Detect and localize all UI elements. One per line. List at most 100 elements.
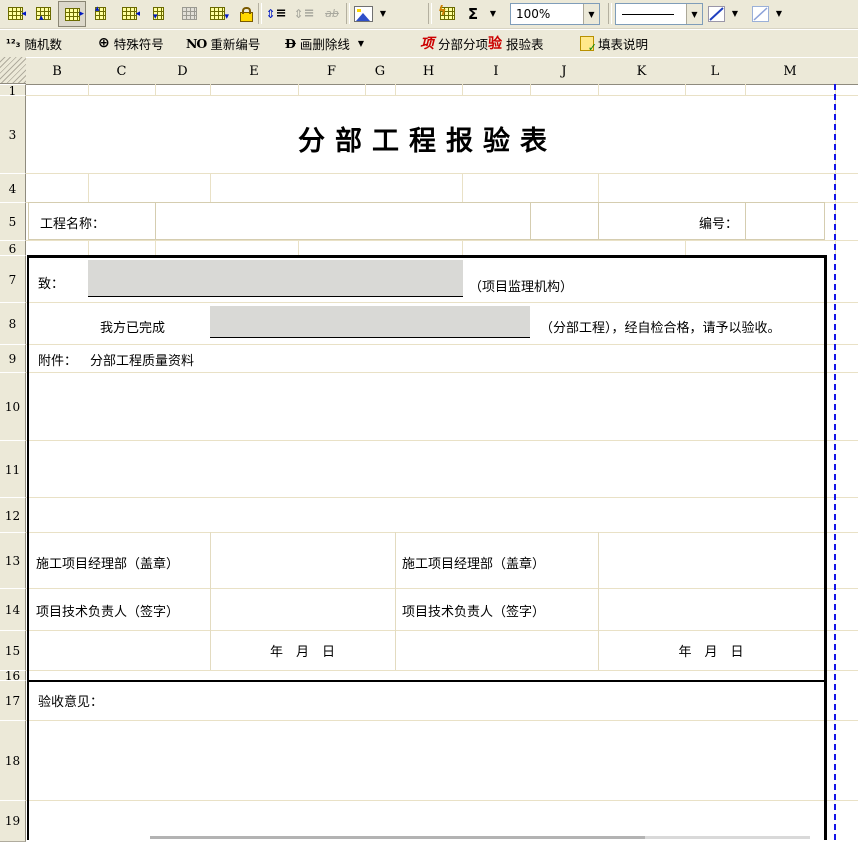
column-header-L[interactable]: L <box>685 57 746 85</box>
gridline <box>685 84 686 95</box>
row-header-18[interactable]: 18 <box>0 720 26 802</box>
row-spacing-disabled-icon: ⇕≡ <box>291 2 317 25</box>
fill-color-dropdown-arrow-icon[interactable]: ▼ <box>772 2 786 25</box>
column-header-K[interactable]: K <box>598 57 686 85</box>
gridline <box>598 84 599 95</box>
delete-row-icon[interactable]: ▾ <box>145 2 171 25</box>
custom-toolbar: ¹²₃随机数 ⊕特殊符号 NO重新编号 D画删除线▼ 项分部分项 验报验表 填表… <box>0 29 858 58</box>
table-autofit-icon[interactable]: ▾ <box>204 2 230 25</box>
split-cell-icon[interactable]: ▴ <box>30 2 56 25</box>
column-header-M[interactable]: M <box>745 57 836 85</box>
autosum-icon[interactable]: Σ <box>460 2 486 25</box>
column-header-B[interactable]: B <box>26 57 89 85</box>
row-header-14[interactable]: 14 <box>0 588 26 632</box>
gridline <box>462 173 463 202</box>
inspection-icon: 验 <box>488 33 502 53</box>
border-color-dropdown-arrow-icon[interactable]: ▼ <box>728 2 742 25</box>
special-symbol-button[interactable]: ⊕特殊符号 <box>98 32 164 54</box>
strikethrough-icon: D <box>285 36 296 51</box>
column-header-H[interactable]: H <box>395 57 463 85</box>
gridline <box>365 84 366 95</box>
subitem-button[interactable]: 项分部分项 <box>420 32 488 54</box>
spreadsheet-app: { "toolbar_main": { "zoom_value": "100%"… <box>0 0 858 840</box>
form-section-divider <box>28 680 825 682</box>
zoom-dropdown-arrow-icon[interactable]: ▼ <box>583 4 599 24</box>
insert-row-icon[interactable]: ▴ <box>87 2 113 25</box>
row-header-19[interactable]: 19 <box>0 800 26 842</box>
row-header-4[interactable]: 4 <box>0 173 26 204</box>
row-header-9[interactable]: 9 <box>0 344 26 374</box>
strikethrough-button[interactable]: D画删除线▼ <box>285 32 364 54</box>
select-all-corner[interactable] <box>0 57 27 84</box>
attachment-value: 分部工程质量资料 <box>90 350 194 369</box>
column-header-G[interactable]: G <box>365 57 396 85</box>
autosum-dropdown-arrow-icon[interactable]: ▼ <box>486 2 500 25</box>
recalc-formula-icon[interactable]: ϟ <box>434 2 460 25</box>
row-header-8[interactable]: 8 <box>0 302 26 346</box>
row-header-5[interactable]: 5 <box>0 202 26 242</box>
supervisor-suffix: （项目监理机构） <box>469 276 573 295</box>
insert-picture-icon[interactable] <box>352 2 374 25</box>
note-check-icon <box>580 36 594 51</box>
bottom-partial-border <box>150 836 645 839</box>
lock-icon[interactable] <box>233 2 259 25</box>
renumber-button[interactable]: NO重新编号 <box>186 32 260 54</box>
bottom-partial-border <box>645 836 810 839</box>
gridline <box>462 84 463 95</box>
gridline <box>530 84 531 95</box>
cell-border <box>395 532 396 670</box>
row-header-10[interactable]: 10 <box>0 372 26 442</box>
special-symbol-icon: ⊕ <box>98 35 110 51</box>
seal-label-right: 施工项目经理部（盖章） <box>402 553 545 572</box>
column-header-stub[interactable] <box>835 57 858 85</box>
row-header-13[interactable]: 13 <box>0 532 26 590</box>
zoom-combobox[interactable]: 100% ▼ <box>510 3 600 25</box>
row-header-15[interactable]: 15 <box>0 630 26 672</box>
project-name-field[interactable] <box>156 203 529 239</box>
random-number-button[interactable]: ¹²₃随机数 <box>6 32 62 54</box>
row-header-11[interactable]: 11 <box>0 440 26 499</box>
form-outer-border <box>27 255 827 840</box>
gridline <box>598 173 599 202</box>
merge-cells-right-icon[interactable]: ▸ <box>58 1 86 27</box>
picture-dropdown-arrow-icon[interactable]: ▼ <box>376 2 390 25</box>
line-style-dropdown-arrow-icon[interactable]: ▼ <box>686 4 702 24</box>
subproject-input-field[interactable] <box>210 306 530 338</box>
column-header-J[interactable]: J <box>530 57 599 85</box>
gridline <box>685 240 686 255</box>
strikethrough-dropdown-arrow-icon[interactable]: ▼ <box>358 39 364 48</box>
page-break-line <box>834 84 836 840</box>
inspection-form-button[interactable]: 验报验表 <box>488 32 544 54</box>
line-style-combobox[interactable]: ▼ <box>615 3 703 25</box>
column-header-C[interactable]: C <box>88 57 156 85</box>
column-header-F[interactable]: F <box>298 57 366 85</box>
gridline <box>26 95 858 96</box>
renumber-icon: NO <box>186 36 206 51</box>
row-spacing-icon[interactable]: ⇕≡ <box>263 2 289 25</box>
row-header-7[interactable]: 7 <box>0 255 26 304</box>
gridline <box>210 173 211 202</box>
number-field[interactable] <box>746 203 824 239</box>
supervisor-input-field[interactable] <box>88 260 463 297</box>
fill-help-button[interactable]: 填表说明 <box>580 32 648 54</box>
subitem-icon: 项 <box>420 33 434 53</box>
gridline <box>26 173 858 174</box>
fill-color-icon[interactable] <box>750 2 770 25</box>
border-color-icon[interactable] <box>706 2 726 25</box>
row-header-12[interactable]: 12 <box>0 497 26 534</box>
toolbar-separator <box>258 3 262 24</box>
main-toolbar: ◂ ▴ ▸ ▴ ◂ ▾ ▾ ⇕≡ ⇕≡ ab ▼ ϟ Σ ▼ 100% ▼ ▼ … <box>0 0 858 29</box>
table-disabled-icon <box>176 2 202 25</box>
row-header-3[interactable]: 3 <box>0 95 26 175</box>
insert-column-icon[interactable]: ◂ <box>116 2 142 25</box>
merge-cells-left-icon[interactable]: ◂ <box>2 2 28 25</box>
column-header-I[interactable]: I <box>462 57 531 85</box>
column-header-E[interactable]: E <box>210 57 299 85</box>
date-right: 年 月 日 <box>598 641 824 660</box>
row-header-17[interactable]: 17 <box>0 680 26 722</box>
gridline <box>210 84 211 95</box>
sign-label-right: 项目技术负责人（签字） <box>402 601 545 620</box>
completed-suffix: （分部工程），经自检合格，请予以验收。 <box>540 317 781 336</box>
gridline <box>155 240 156 255</box>
column-header-D[interactable]: D <box>155 57 211 85</box>
